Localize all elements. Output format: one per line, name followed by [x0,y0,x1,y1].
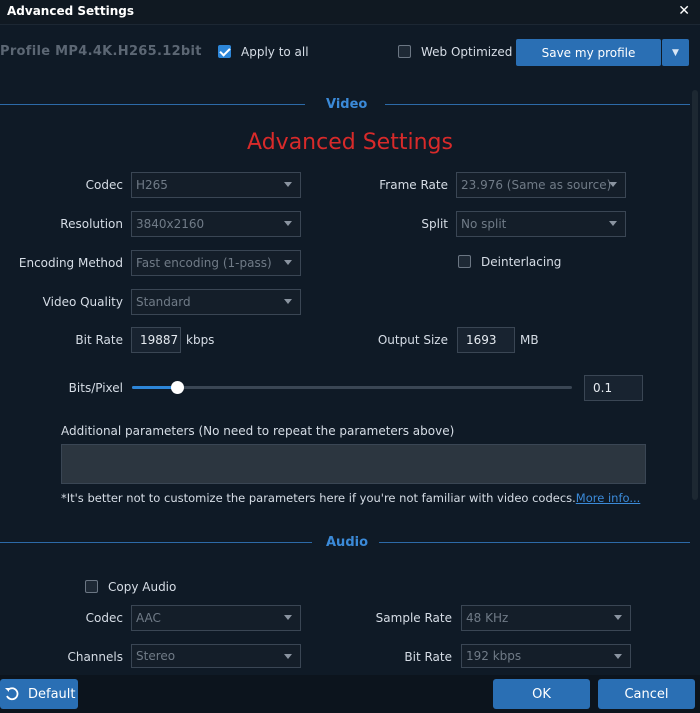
profile-name: Profile MP4.4K.H265.12bit [0,44,202,59]
codec-warning-text: *It's better not to customize the parame… [61,491,576,505]
bit-rate-unit: kbps [186,333,215,347]
audio-codec-value: AAC [136,611,161,625]
footer-bar [0,675,700,713]
advanced-settings-heading: Advanced Settings [247,130,453,155]
cancel-button[interactable]: Cancel [598,679,695,709]
chevron-down-icon [614,654,622,659]
bits-pixel-slider-handle[interactable] [171,381,184,394]
video-quality-value: Standard [136,295,191,309]
audio-divider-right [379,542,690,543]
default-button-label: Default [28,686,76,702]
split-label: Split [421,217,448,231]
copy-audio-label: Copy Audio [108,580,177,594]
split-select[interactable]: No split [456,211,626,237]
sample-rate-label: Sample Rate [375,611,452,625]
window-title: Advanced Settings [7,4,135,18]
resolution-value: 3840x2160 [136,217,205,231]
save-profile-dropdown-icon[interactable]: ▼ [662,39,689,66]
chevron-down-icon [284,221,292,226]
default-button[interactable]: Default [0,679,78,709]
audio-section-title: Audio [326,535,369,550]
codec-select[interactable]: H265 [131,172,301,198]
deinterlacing-label: Deinterlacing [481,255,562,269]
chevron-down-icon [614,615,622,620]
apply-to-all-checkbox[interactable] [218,45,231,58]
video-quality-label: Video Quality [42,295,123,309]
frame-rate-value: 23.976 (Same as source) [461,178,612,192]
video-section-title: Video [326,97,368,112]
audio-divider-left [0,542,312,543]
chevron-down-icon [284,260,292,265]
web-optimized-label: Web Optimized [421,45,513,59]
chevron-down-icon [284,654,292,659]
bit-rate-label: Bit Rate [75,333,123,347]
web-optimized-checkbox[interactable] [398,45,411,58]
additional-params-label: Additional parameters (No need to repeat… [61,424,455,438]
divider-left [0,104,305,105]
audio-bit-rate-select[interactable]: 192 kbps [461,644,631,668]
chevron-down-icon [284,299,292,304]
frame-rate-label: Frame Rate [379,178,448,192]
resolution-select[interactable]: 3840x2160 [131,211,301,237]
encoding-method-select[interactable]: Fast encoding (1-pass) [131,250,301,276]
close-icon[interactable]: ✕ [678,3,690,19]
encoding-method-value: Fast encoding (1-pass) [136,256,272,270]
channels-value: Stereo [136,649,176,663]
chevron-down-icon [609,182,617,187]
bit-rate-input[interactable]: 19887 [131,327,181,353]
chevron-down-icon [284,182,292,187]
audio-bit-rate-value: 192 kbps [466,649,522,663]
chevron-down-icon [284,615,292,620]
sample-rate-value: 48 KHz [466,611,509,625]
bits-pixel-track[interactable] [132,386,572,389]
divider-right [385,104,690,105]
chevron-down-icon [609,221,617,226]
sample-rate-select[interactable]: 48 KHz [461,605,631,631]
audio-codec-label: Codec [85,611,123,625]
ok-button[interactable]: OK [493,679,590,709]
audio-bit-rate-label: Bit Rate [404,650,452,664]
copy-audio-checkbox[interactable] [85,580,98,593]
channels-label: Channels [67,650,123,664]
output-size-input[interactable]: 1693 [457,327,515,353]
bits-pixel-label: Bits/Pixel [68,381,123,395]
frame-rate-select[interactable]: 23.976 (Same as source) [456,172,626,198]
channels-select[interactable]: Stereo [131,644,301,668]
video-quality-select[interactable]: Standard [131,289,301,315]
additional-params-input[interactable] [61,444,646,484]
bits-pixel-input[interactable]: 0.1 [584,375,643,401]
audio-codec-select[interactable]: AAC [131,605,301,631]
save-profile-button[interactable]: Save my profile [516,39,661,66]
codec-value: H265 [136,178,168,192]
undo-icon [5,687,19,701]
apply-to-all-label: Apply to all [241,45,309,59]
codec-warning-note: *It's better not to customize the parame… [61,491,640,505]
codec-label: Codec [85,178,123,192]
scrollbar[interactable] [692,90,698,500]
output-size-unit: MB [520,333,539,347]
deinterlacing-checkbox[interactable] [458,255,471,268]
more-info-link[interactable]: More info... [576,491,641,505]
output-size-label: Output Size [377,333,448,347]
encoding-method-label: Encoding Method [18,256,123,270]
resolution-label: Resolution [60,217,123,231]
split-value: No split [461,217,507,231]
